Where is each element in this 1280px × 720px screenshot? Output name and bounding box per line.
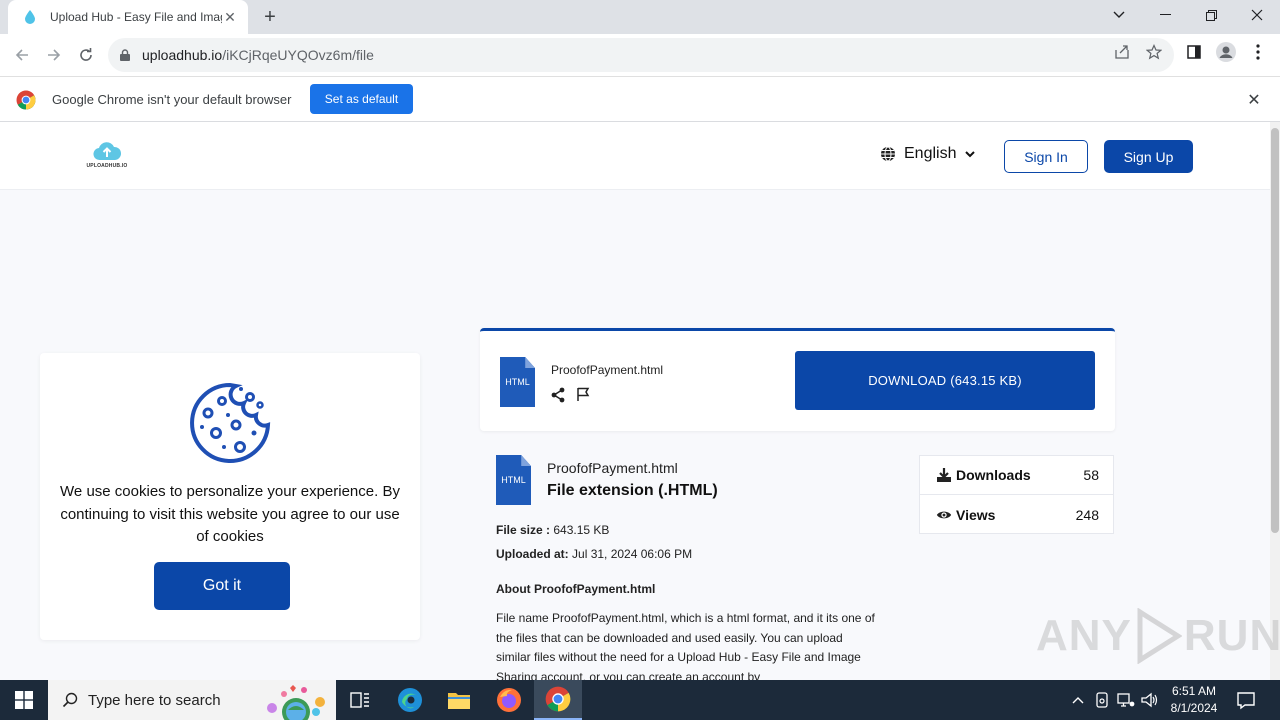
- reload-icon[interactable]: [73, 42, 99, 68]
- edge-browser-icon[interactable]: [386, 680, 434, 720]
- downloads-count: 58: [1083, 467, 1099, 483]
- share-page-icon[interactable]: [1112, 42, 1132, 62]
- start-button[interactable]: [0, 680, 48, 720]
- views-stat: Views 248: [920, 495, 1113, 534]
- cloud-upload-icon: [93, 142, 122, 161]
- infobar-close-icon[interactable]: ✕: [1244, 90, 1264, 110]
- views-count: 248: [1075, 506, 1099, 523]
- cookie-consent-dialog: We use cookies to personalize your exper…: [40, 353, 420, 640]
- downloads-stat: Downloads 58: [920, 456, 1113, 495]
- network-icon[interactable]: [1116, 690, 1136, 710]
- search-placeholder: Type here to search: [88, 691, 221, 709]
- windows-logo-icon: [15, 691, 33, 709]
- language-label: English: [904, 145, 957, 162]
- default-browser-infobar: Google Chrome isn't your default browser…: [0, 76, 1280, 122]
- menu-kebab-icon[interactable]: [1248, 42, 1268, 62]
- firefox-icon[interactable]: [485, 680, 533, 720]
- search-icon: [62, 692, 78, 708]
- watermark-text-left: ANY: [1036, 611, 1132, 660]
- watermark-text-right: RUN: [1183, 611, 1280, 660]
- tray-device-icon[interactable]: [1092, 690, 1112, 710]
- chevron-down-icon: [965, 151, 976, 158]
- minimize-icon[interactable]: [1142, 0, 1188, 30]
- task-view-icon[interactable]: [336, 680, 384, 720]
- eye-icon: [936, 507, 952, 523]
- chrome-taskbar-icon[interactable]: [534, 680, 582, 720]
- cookie-message: We use cookies to personalize your exper…: [60, 483, 400, 545]
- url-path: /iKCjRqeUYQOvz6m/file: [222, 47, 374, 63]
- url-host: uploadhub.io: [142, 47, 223, 63]
- address-bar[interactable]: uploadhub.io/iKCjRqeUYQOvz6m/file: [108, 38, 1174, 72]
- file-explorer-icon[interactable]: [435, 680, 483, 720]
- download-button[interactable]: DOWNLOAD (643.15 KB): [795, 351, 1095, 410]
- uploaded-at-row: Uploaded at: Jul 31, 2024 06:06 PM: [496, 547, 692, 561]
- file-stats-panel: Downloads 58 Views 248: [919, 455, 1114, 534]
- tab-title: Upload Hub - Easy File and Image Sharing: [50, 10, 222, 24]
- tab-search-chevron-icon[interactable]: [1096, 0, 1142, 30]
- search-highlight-art-icon: [267, 685, 325, 720]
- clock-date: 8/1/2024: [1170, 701, 1218, 715]
- downloads-label: Downloads: [956, 467, 1031, 483]
- tab-uploadhub[interactable]: Upload Hub - Easy File and Image Sharing…: [8, 0, 248, 34]
- clock-time: 6:51 AM: [1171, 684, 1217, 698]
- new-tab-icon[interactable]: +: [258, 5, 282, 29]
- cookie-icon: [190, 382, 271, 463]
- tray-chevron-up-icon[interactable]: [1068, 690, 1088, 710]
- side-panel-icon[interactable]: [1184, 42, 1204, 62]
- taskbar-search[interactable]: Type here to search: [48, 680, 336, 720]
- browser-toolbar: uploadhub.io/iKCjRqeUYQOvz6m/file: [0, 34, 1280, 76]
- sign-up-button[interactable]: Sign Up: [1104, 140, 1193, 173]
- details-file-name: ProofofPayment.html: [547, 460, 678, 476]
- views-label: Views: [956, 506, 996, 523]
- lock-icon[interactable]: [120, 48, 134, 62]
- file-size-row: File size : 643.15 KB: [496, 523, 609, 537]
- chrome-logo-icon: [16, 90, 36, 110]
- uploadhub-logo[interactable]: UPLOADHUB.IO: [86, 140, 128, 174]
- tab-strip: Upload Hub - Easy File and Image Sharing…: [0, 0, 1280, 34]
- html-file-icon: HTML: [500, 357, 535, 407]
- restore-icon[interactable]: [1188, 0, 1234, 30]
- file-size-label: File size :: [496, 523, 551, 537]
- back-icon[interactable]: [9, 42, 35, 68]
- notification-center-icon[interactable]: [1236, 690, 1256, 710]
- anyrun-watermark: ANY RUN: [1036, 608, 1280, 664]
- site-header: UPLOADHUB.IO English Sign In Sign Up: [0, 122, 1270, 190]
- close-window-icon[interactable]: [1234, 0, 1280, 30]
- file-extension-heading: File extension (.HTML): [547, 482, 718, 499]
- file-size-value: 643.15 KB: [553, 523, 610, 537]
- globe-icon: [881, 146, 895, 162]
- tab-close-icon[interactable]: ✕: [222, 9, 238, 25]
- about-paragraph: File name ProofofPayment.html, which is …: [496, 611, 875, 680]
- scrollbar-thumb[interactable]: [1271, 128, 1279, 533]
- system-clock[interactable]: 6:51 AM 8/1/2024: [1162, 683, 1226, 717]
- about-heading: About ProofofPayment.html: [496, 582, 656, 596]
- profile-avatar-icon[interactable]: [1216, 42, 1236, 62]
- uploaded-at-label: Uploaded at:: [496, 547, 569, 561]
- sign-in-button[interactable]: Sign In: [1004, 140, 1088, 173]
- logo-text: UPLOADHUB.IO: [86, 163, 128, 169]
- details-html-file-icon: HTML: [496, 455, 531, 505]
- volume-icon[interactable]: [1140, 690, 1160, 710]
- uploaded-at-value: Jul 31, 2024 06:06 PM: [572, 547, 693, 561]
- play-logo-icon: [1137, 608, 1182, 664]
- infobar-message: Google Chrome isn't your default browser: [52, 92, 292, 107]
- set-as-default-button[interactable]: Set as default: [310, 84, 413, 114]
- download-file-name: ProofofPayment.html: [551, 363, 664, 377]
- forward-icon[interactable]: [41, 42, 67, 68]
- got-it-button[interactable]: Got it: [154, 562, 290, 610]
- report-flag-icon[interactable]: [575, 386, 591, 402]
- language-selector[interactable]: English: [880, 145, 976, 163]
- bookmark-star-icon[interactable]: [1144, 42, 1164, 62]
- share-icon[interactable]: [550, 387, 566, 403]
- windows-taskbar: Type here to search 6:51 AM 8/1/2024: [0, 680, 1280, 720]
- uploadhub-favicon-icon: [22, 9, 38, 25]
- page-scrollbar[interactable]: [1270, 122, 1280, 680]
- download-icon: [936, 467, 952, 483]
- download-card: HTML ProofofPayment.html DOWNLOAD (643.1…: [480, 328, 1115, 431]
